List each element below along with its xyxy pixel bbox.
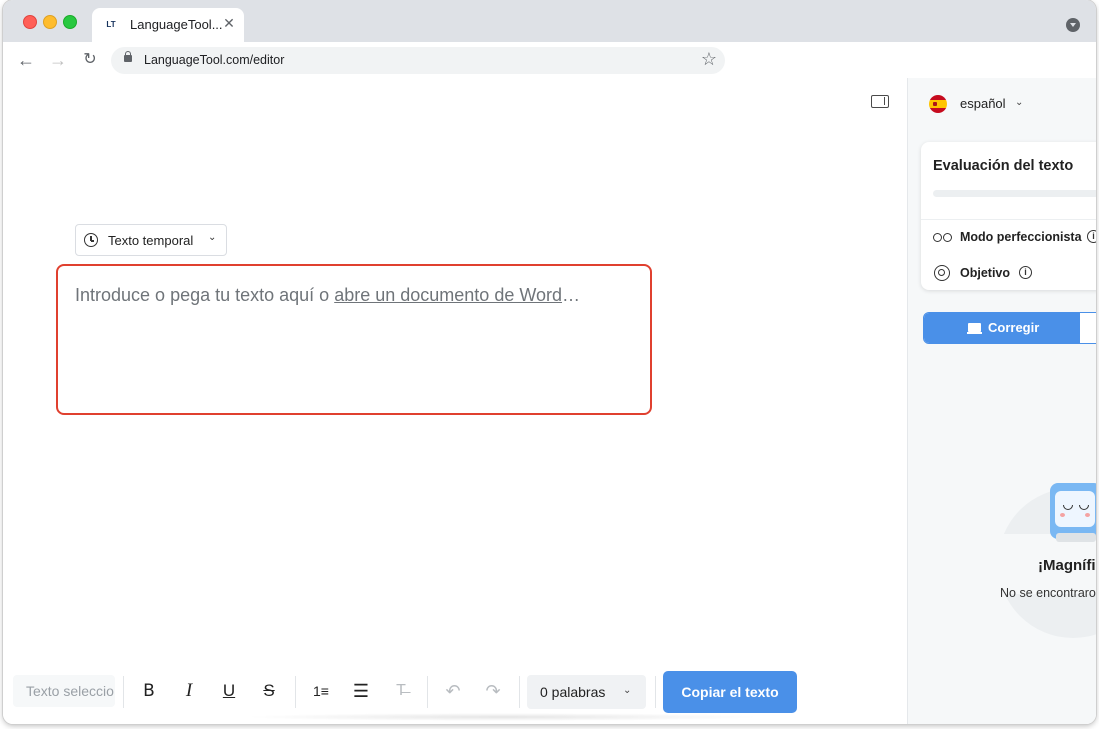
bold-button[interactable]: B <box>137 679 161 703</box>
ordered-list-button[interactable]: 1≡ <box>309 679 333 703</box>
languagetool-favicon-icon: LT <box>106 20 116 29</box>
placeholder-ellipsis: … <box>562 285 581 305</box>
url-text: LanguageTool.com/editor <box>144 53 285 67</box>
success-subtitle: No se encontraro <box>1000 586 1096 600</box>
success-title: ¡Magnífi <box>1038 557 1096 574</box>
reload-icon[interactable]: ↻ <box>79 49 101 71</box>
page-content: Texto temporal ⌄ Introduce o pega tu tex… <box>3 78 1096 724</box>
word-count-dropdown[interactable]: 0 palabras ⌄ <box>527 675 646 709</box>
chevron-down-icon: ⌄ <box>208 232 217 243</box>
tab-title: LanguageTool... <box>130 17 223 32</box>
maximize-window-button[interactable] <box>63 15 77 29</box>
robot-cheek <box>1060 513 1065 517</box>
target-icon <box>934 265 950 281</box>
robot-eye <box>1063 505 1073 510</box>
chevron-down-icon: ⌄ <box>623 685 632 696</box>
underline-button[interactable]: U <box>217 679 241 703</box>
divider <box>123 676 124 708</box>
lock-icon <box>124 51 132 62</box>
address-bar[interactable]: LanguageTool.com/editor ☆ <box>111 47 725 74</box>
formatting-toolbar: Texto seleccio B I U S 1≡ ☰ T̶ ↶ ↷ 0 pal… <box>3 666 806 721</box>
right-panel: español ⌄ Evaluación del texto Modo perf… <box>907 78 1096 724</box>
browser-window: LT LanguageTool... ✕ ← → ↻ LanguageTool.… <box>3 0 1096 724</box>
word-count-label: 0 palabras <box>540 684 606 700</box>
perfectionist-mode-label: Modo perfeccionista <box>960 230 1082 244</box>
text-editor[interactable]: Introduce o pega tu texto aquí o abre un… <box>56 264 652 415</box>
back-arrow-icon[interactable]: ← <box>15 49 37 71</box>
open-word-document-link[interactable]: abre un documento de Word <box>334 285 562 305</box>
evaluation-progress-bar <box>933 190 1096 197</box>
clock-icon <box>84 233 98 247</box>
selected-text-field[interactable]: Texto seleccio <box>13 675 115 707</box>
laptop-icon <box>967 323 982 334</box>
tab-close-icon[interactable]: ✕ <box>222 15 236 32</box>
copy-text-button[interactable]: Copiar el texto <box>663 671 797 713</box>
toolbar-shadow <box>243 713 763 721</box>
robot-face <box>1055 491 1095 527</box>
temporary-text-label: Texto temporal <box>108 233 194 248</box>
editor-placeholder: Introduce o pega tu texto aquí o abre un… <box>75 285 580 306</box>
forward-arrow-icon[interactable]: → <box>47 49 69 71</box>
browser-toolbar: ← → ↻ LanguageTool.com/editor ☆ <box>3 42 1096 78</box>
minimize-window-button[interactable] <box>43 15 57 29</box>
spain-flag-icon <box>929 95 947 113</box>
bookmark-star-icon[interactable]: ☆ <box>701 49 717 70</box>
placeholder-text: Introduce o pega tu texto aquí o <box>75 285 335 305</box>
language-selector[interactable]: español <box>960 96 1006 111</box>
tab-correct-label: Corregir <box>988 320 1040 335</box>
panel-tabs: Corregir <box>923 312 1096 344</box>
divider <box>427 676 428 708</box>
chevron-down-icon[interactable]: ⌄ <box>1015 97 1023 108</box>
undo-button[interactable]: ↶ <box>441 679 465 703</box>
selected-text-placeholder: Texto seleccio <box>26 683 114 699</box>
objective-label: Objetivo <box>960 266 1011 280</box>
profile-dropdown-icon[interactable] <box>1066 18 1080 32</box>
robot-eye <box>1079 505 1089 510</box>
sidebar-toggle-icon[interactable] <box>871 95 889 108</box>
tab-strip: LT LanguageTool... ✕ <box>3 0 1096 42</box>
info-icon[interactable]: i <box>1019 266 1032 279</box>
clear-format-button[interactable]: T̶ <box>389 679 413 703</box>
divider <box>655 676 656 708</box>
happy-robot-icon <box>1050 483 1096 539</box>
robot-cheek <box>1085 513 1090 517</box>
divider <box>295 676 296 708</box>
redo-button[interactable]: ↷ <box>481 679 505 703</box>
tab-correct[interactable]: Corregir <box>924 313 1080 343</box>
browser-tab[interactable]: LT LanguageTool... ✕ <box>92 8 244 42</box>
bullet-list-button[interactable]: ☰ <box>349 679 373 703</box>
temporary-text-dropdown[interactable]: Texto temporal ⌄ <box>75 224 227 256</box>
close-window-button[interactable] <box>23 15 37 29</box>
evaluation-title: Evaluación del texto <box>933 158 1074 174</box>
glasses-icon <box>933 232 953 242</box>
robot-base <box>1056 533 1096 542</box>
copy-text-label: Copiar el texto <box>681 684 779 700</box>
divider <box>921 219 1096 220</box>
evaluation-card: Evaluación del texto Modo perfeccionista… <box>921 142 1096 290</box>
divider <box>519 676 520 708</box>
italic-button[interactable]: I <box>177 679 201 703</box>
strikethrough-button[interactable]: S <box>257 679 281 703</box>
info-icon[interactable]: i <box>1087 230 1096 243</box>
